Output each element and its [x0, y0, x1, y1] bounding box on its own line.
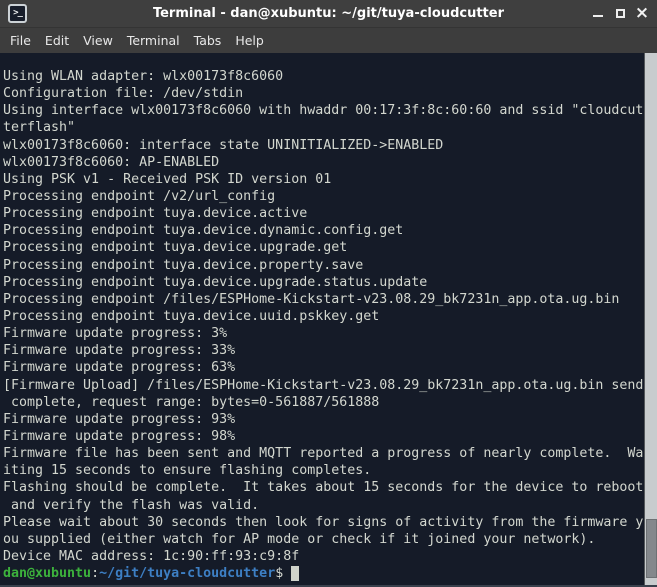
terminal-line: Processing endpoint tuya.device.upgrade.… — [3, 274, 643, 291]
terminal-line: Flashing should be complete. It takes ab… — [3, 479, 643, 496]
close-button[interactable]: × — [634, 5, 650, 23]
shell-prompt: dan@xubuntu : ~/git/tuya-cloudcutter $ — [3, 565, 643, 582]
window-minimize-icon — [593, 15, 603, 17]
terminal-line: iting 15 seconds to ensure flashing comp… — [3, 462, 643, 479]
terminal-line: Processing endpoint tuya.device.active — [3, 205, 643, 222]
terminal-line: wlx00173f8c6060: interface state UNINITI… — [3, 137, 643, 154]
menu-item-view[interactable]: View — [76, 31, 120, 50]
terminal-line: Processing endpoint /files/ESPHome-Kicks… — [3, 291, 643, 308]
terminal-line: ou supplied (either watch for AP mode or… — [3, 531, 643, 548]
window-title: Terminal - dan@xubuntu: ~/git/tuya-cloud… — [0, 6, 657, 21]
prompt-user-host: dan@xubuntu — [3, 565, 91, 582]
scrollbar[interactable] — [644, 53, 657, 585]
window-controls: × — [590, 5, 657, 23]
titlebar[interactable]: >_ Terminal - dan@xubuntu: ~/git/tuya-cl… — [0, 0, 657, 28]
prompt-path: ~/git/tuya-cloudcutter — [99, 565, 275, 582]
terminal-content: Using WLAN adapter: wlx00173f8c6060Confi… — [3, 68, 643, 582]
menubar: FileEditViewTerminalTabsHelp — [0, 28, 657, 53]
terminal-line: Device MAC address: 1c:90:ff:93:c9:8f — [3, 548, 643, 565]
menu-item-help[interactable]: Help — [228, 31, 271, 50]
terminal-line: and verify the flash was valid. — [3, 497, 643, 514]
terminal-line: terflash" — [3, 119, 643, 136]
terminal-line: Processing endpoint /v2/url_config — [3, 188, 643, 205]
terminal-line: Configuration file: /dev/stdin — [3, 85, 643, 102]
terminal-line: Firmware update progress: 98% — [3, 428, 643, 445]
terminal-lines: Using WLAN adapter: wlx00173f8c6060Confi… — [3, 68, 643, 565]
terminal-line: wlx00173f8c6060: AP-ENABLED — [3, 154, 643, 171]
terminal-line: Using interface wlx00173f8c6060 with hwa… — [3, 102, 643, 119]
terminal-output-area[interactable]: Using WLAN adapter: wlx00173f8c6060Confi… — [0, 53, 657, 587]
window-close-icon: × — [635, 5, 649, 22]
menu-item-file[interactable]: File — [3, 31, 38, 50]
terminal-line: [Firmware Upload] /files/ESPHome-Kicksta… — [3, 377, 643, 394]
terminal-window: >_ Terminal - dan@xubuntu: ~/git/tuya-cl… — [0, 0, 657, 587]
terminal-line: Firmware update progress: 93% — [3, 411, 643, 428]
terminal-line: Firmware update progress: 63% — [3, 359, 643, 376]
terminal-line: Using PSK v1 - Received PSK ID version 0… — [3, 171, 643, 188]
terminal-line: Using WLAN adapter: wlx00173f8c6060 — [3, 68, 643, 85]
terminal-line: Firmware update progress: 3% — [3, 325, 643, 342]
terminal-line: Processing endpoint tuya.device.property… — [3, 257, 643, 274]
terminal-line: Processing endpoint tuya.device.uuid.psk… — [3, 308, 643, 325]
terminal-line: Firmware update progress: 33% — [3, 342, 643, 359]
terminal-line: Please wait about 30 seconds then look f… — [3, 514, 643, 531]
prompt-separator: : — [91, 565, 99, 582]
terminal-line: Processing endpoint tuya.device.dynamic.… — [3, 222, 643, 239]
menu-item-terminal[interactable]: Terminal — [120, 31, 187, 50]
text-cursor[interactable] — [291, 566, 299, 581]
prompt-symbol: $ — [275, 565, 283, 582]
maximize-button[interactable] — [612, 5, 628, 23]
menu-item-tabs[interactable]: Tabs — [187, 31, 229, 50]
terminal-prompt-icon: >_ — [8, 4, 27, 23]
terminal-line: Processing endpoint tuya.device.upgrade.… — [3, 239, 643, 256]
scrollbar-thumb[interactable] — [646, 519, 657, 578]
window-maximize-icon — [616, 9, 625, 18]
terminal-line: complete, request range: bytes=0-561887/… — [3, 394, 643, 411]
minimize-button[interactable] — [590, 5, 606, 23]
terminal-line: Firmware file has been sent and MQTT rep… — [3, 445, 643, 462]
menu-item-edit[interactable]: Edit — [38, 31, 76, 50]
